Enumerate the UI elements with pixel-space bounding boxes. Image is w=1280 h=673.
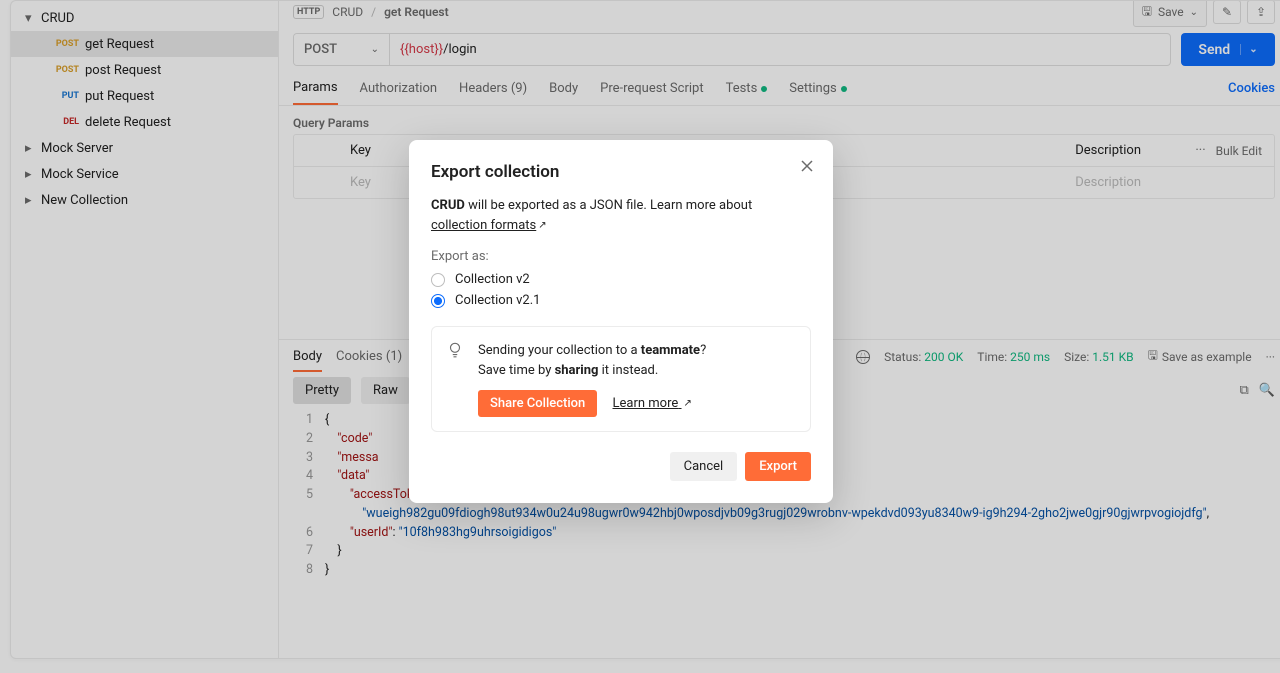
tip-line-2: Save time by sharing it instead. <box>478 361 796 381</box>
external-link-icon: ↗ <box>684 398 692 409</box>
external-link-icon: ↗ <box>538 218 546 233</box>
cancel-button[interactable]: Cancel <box>670 452 738 481</box>
tip-bold: teammate <box>641 343 700 358</box>
export-as-label: Export as: <box>431 249 811 264</box>
learn-more-link[interactable]: Learn more ↗ <box>613 396 692 411</box>
export-button[interactable]: Export <box>745 452 811 481</box>
export-collection-modal: Export collection CRUD will be exported … <box>409 140 833 503</box>
share-collection-button[interactable]: Share Collection <box>478 390 597 417</box>
modal-description: CRUD will be exported as a JSON file. Le… <box>431 196 811 235</box>
tip-text: it instead. <box>598 363 658 378</box>
tip-text: ? <box>700 343 706 358</box>
collection-name: CRUD <box>431 198 465 213</box>
sharing-tip: Sending your collection to a teammate? S… <box>431 326 811 432</box>
radio-label: Collection v2 <box>455 272 530 287</box>
tip-text: Sending your collection to a <box>478 343 641 358</box>
radio-collection-v21[interactable]: Collection v2.1 <box>431 293 811 308</box>
link-text: collection formats <box>431 218 536 233</box>
radio-icon <box>431 273 445 287</box>
learn-more-text: Learn more <box>613 396 679 411</box>
tip-line-1: Sending your collection to a teammate? <box>478 341 796 361</box>
modal-title: Export collection <box>431 162 811 182</box>
radio-collection-v2[interactable]: Collection v2 <box>431 272 811 287</box>
radio-icon <box>431 294 445 308</box>
close-button[interactable] <box>797 156 817 176</box>
radio-label: Collection v2.1 <box>455 293 540 308</box>
tip-text: Save time by <box>478 363 555 378</box>
close-icon <box>801 160 813 172</box>
lightbulb-icon <box>446 341 464 363</box>
tip-bold: sharing <box>555 363 599 378</box>
modal-desc-text: will be exported as a JSON file. Learn m… <box>465 198 752 213</box>
collection-formats-link[interactable]: collection formats <box>431 218 536 233</box>
